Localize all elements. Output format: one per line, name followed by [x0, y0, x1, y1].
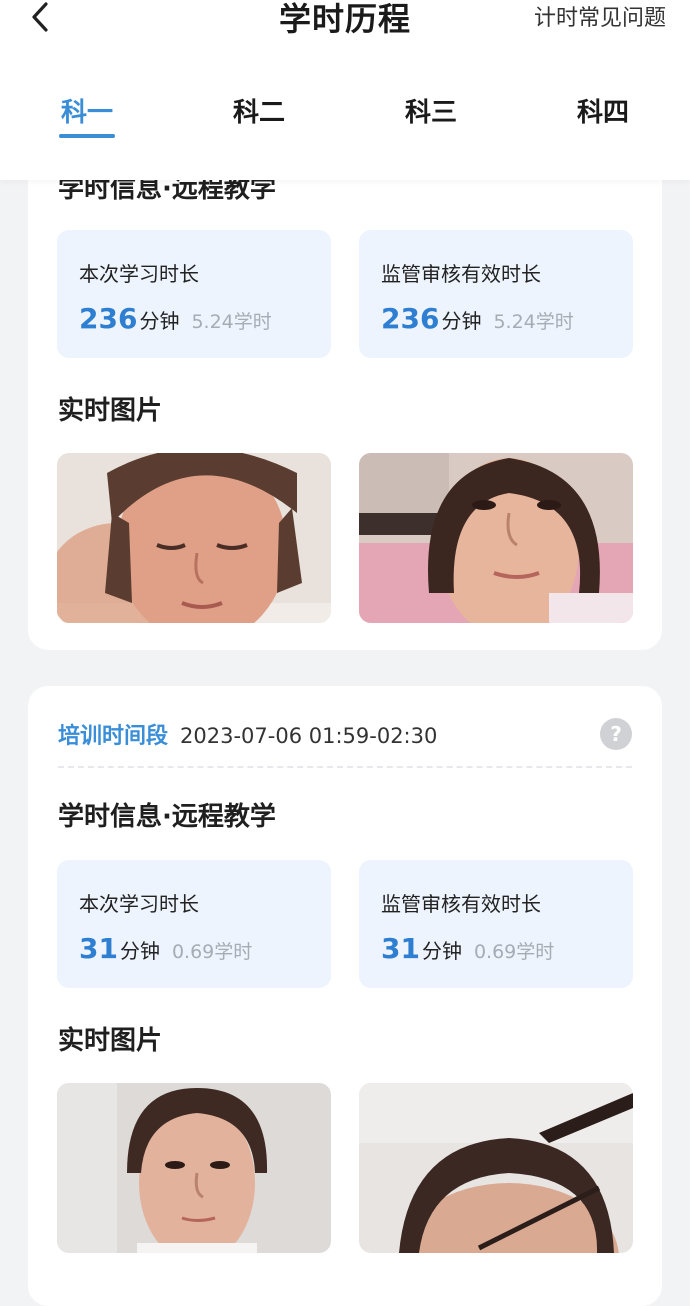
subject-tabs: 科一 科二 科三 科四 — [0, 92, 690, 148]
realtime-photo[interactable] — [57, 1083, 331, 1253]
faq-link[interactable]: 计时常见问题 — [534, 0, 666, 32]
section-title: 学时信息·远程教学 — [58, 802, 276, 832]
verified-duration-hours: 5.24学时 — [493, 311, 574, 333]
period-label: 培训时间段 — [58, 724, 169, 749]
minutes-unit: 分钟 — [421, 939, 462, 963]
study-duration-value: 236 分钟 5.24学时 — [79, 302, 272, 335]
realtime-photo[interactable] — [57, 453, 331, 623]
minutes-unit: 分钟 — [441, 309, 482, 333]
verified-duration-value: 236 分钟 5.24学时 — [381, 302, 574, 335]
verified-duration-hours: 0.69学时 — [473, 941, 555, 963]
minutes-unit: 分钟 — [139, 309, 180, 333]
study-duration-box: 本次学习时长 236 分钟 5.24学时 — [57, 230, 331, 358]
photos-title: 实时图片 — [58, 1026, 163, 1056]
study-duration-value: 31 分钟 0.69学时 — [79, 932, 252, 965]
realtime-photo[interactable] — [359, 453, 633, 623]
record-card: 培训时间段 2023-07-06 01:59-02:30 ? 学时信息·远程教学 … — [28, 686, 662, 1306]
realtime-photo[interactable] — [359, 1083, 633, 1253]
photos-title: 实时图片 — [58, 396, 163, 426]
tab-subject-2[interactable]: 科二 — [204, 92, 314, 129]
study-duration-box: 本次学习时长 31 分钟 0.69学时 — [57, 860, 331, 988]
verified-duration-minutes: 31 — [381, 932, 420, 965]
tab-subject-1[interactable]: 科一 — [32, 92, 142, 129]
tab-subject-4[interactable]: 科四 — [548, 92, 658, 129]
verified-duration-box: 监管审核有效时长 236 分钟 5.24学时 — [359, 230, 633, 358]
study-duration-hours: 0.69学时 — [171, 941, 253, 963]
period-time: 2023-07-06 01:59-02:30 — [180, 724, 438, 748]
verified-duration-box: 监管审核有效时长 31 分钟 0.69学时 — [359, 860, 633, 988]
verified-duration-value: 31 分钟 0.69学时 — [381, 932, 554, 965]
divider — [58, 766, 632, 768]
verified-duration-minutes: 236 — [381, 302, 440, 335]
study-duration-minutes: 31 — [79, 932, 118, 965]
study-duration-hours: 5.24学时 — [191, 311, 272, 333]
tab-subject-3[interactable]: 科三 — [376, 92, 486, 129]
study-duration-label: 本次学习时长 — [79, 262, 199, 286]
record-card: 学时信息·远程教学 本次学习时长 236 分钟 5.24学时 监管审核有效时长 23… — [28, 140, 662, 650]
study-duration-label: 本次学习时长 — [79, 892, 199, 916]
verified-duration-label: 监管审核有效时长 — [381, 262, 541, 286]
study-duration-minutes: 236 — [79, 302, 138, 335]
training-period: 培训时间段 2023-07-06 01:59-02:30 — [58, 718, 437, 752]
header: 学时历程 计时常见问题 科一 科二 科三 科四 — [0, 0, 690, 180]
verified-duration-label: 监管审核有效时长 — [381, 892, 541, 916]
question-icon[interactable]: ? — [600, 718, 632, 750]
active-tab-indicator — [59, 134, 115, 138]
minutes-unit: 分钟 — [119, 939, 160, 963]
